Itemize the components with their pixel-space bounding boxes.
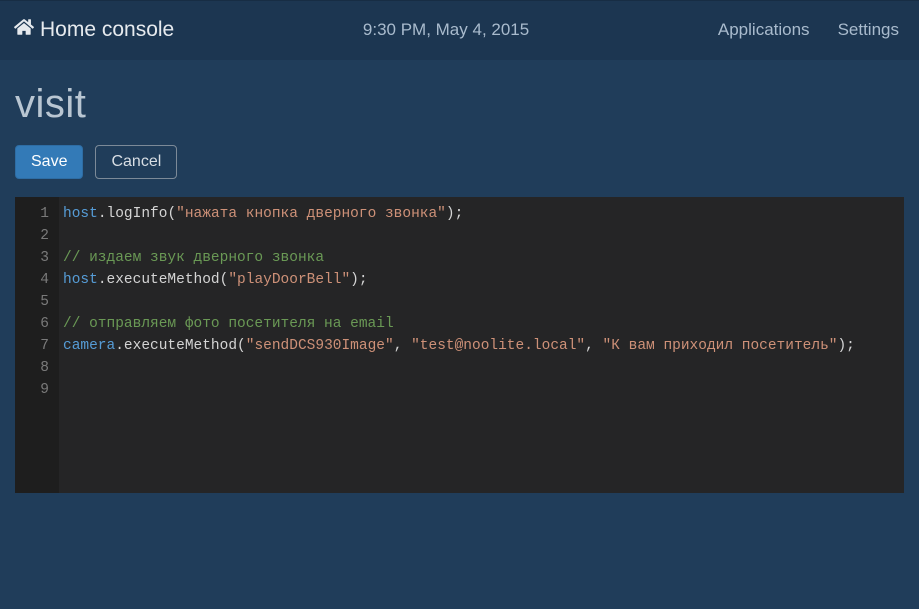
code-token: (	[237, 338, 246, 354]
code-token: "К вам приходил посетитель"	[603, 338, 838, 354]
line-number: 6	[15, 313, 49, 335]
code-token: host	[63, 206, 98, 222]
code-token: // издаем звук дверного звонка	[63, 250, 324, 266]
clock: 9:30 PM, May 4, 2015	[174, 20, 718, 40]
code-token: .	[115, 338, 124, 354]
code-token: .	[98, 272, 107, 288]
code-line[interactable]: camera.executeMethod("sendDCS930Image", …	[63, 335, 855, 357]
button-row: Save Cancel	[15, 145, 904, 179]
code-line[interactable]	[63, 225, 855, 247]
code-token: executeMethod	[107, 272, 220, 288]
code-line[interactable]	[63, 357, 855, 379]
line-number-gutter: 123456789	[15, 197, 59, 493]
code-editor[interactable]: 123456789 host.logInfo("нажата кнопка дв…	[15, 197, 904, 493]
code-token: // отправляем фото посетителя на email	[63, 316, 394, 332]
cancel-button[interactable]: Cancel	[95, 145, 177, 179]
code-token: executeMethod	[124, 338, 237, 354]
nav-applications[interactable]: Applications	[718, 20, 810, 40]
line-number: 2	[15, 225, 49, 247]
line-number: 9	[15, 379, 49, 401]
code-token: "нажата кнопка дверного звонка"	[176, 206, 446, 222]
code-line[interactable]	[63, 291, 855, 313]
brand-text: Home console	[40, 18, 174, 42]
code-line[interactable]: host.logInfo("нажата кнопка дверного зво…	[63, 203, 855, 225]
save-button[interactable]: Save	[15, 145, 83, 179]
page-title: visit	[15, 82, 904, 127]
code-line[interactable]: // отправляем фото посетителя на email	[63, 313, 855, 335]
code-token: ,	[585, 338, 602, 354]
code-token: );	[350, 272, 367, 288]
code-token: );	[446, 206, 463, 222]
brand-link[interactable]: Home console	[14, 18, 174, 42]
code-token: logInfo	[107, 206, 168, 222]
code-token: (	[167, 206, 176, 222]
code-line[interactable]	[63, 379, 855, 401]
code-line[interactable]: host.executeMethod("playDoorBell");	[63, 269, 855, 291]
line-number: 1	[15, 203, 49, 225]
page-container: visit Save Cancel 123456789 host.logInfo…	[0, 60, 919, 493]
code-token: "playDoorBell"	[228, 272, 350, 288]
code-token: "test@noolite.local"	[411, 338, 585, 354]
code-area[interactable]: host.logInfo("нажата кнопка дверного зво…	[59, 197, 855, 493]
line-number: 8	[15, 357, 49, 379]
line-number: 5	[15, 291, 49, 313]
nav-links: Applications Settings	[718, 20, 899, 40]
code-token: camera	[63, 338, 115, 354]
code-token: ,	[394, 338, 411, 354]
code-token: .	[98, 206, 107, 222]
line-number: 4	[15, 269, 49, 291]
code-token: host	[63, 272, 98, 288]
line-number: 3	[15, 247, 49, 269]
line-number: 7	[15, 335, 49, 357]
code-line[interactable]: // издаем звук дверного звонка	[63, 247, 855, 269]
code-token: );	[837, 338, 854, 354]
navbar: Home console 9:30 PM, May 4, 2015 Applic…	[0, 0, 919, 60]
home-icon	[14, 18, 34, 42]
nav-settings[interactable]: Settings	[838, 20, 899, 40]
code-token: "sendDCS930Image"	[246, 338, 394, 354]
